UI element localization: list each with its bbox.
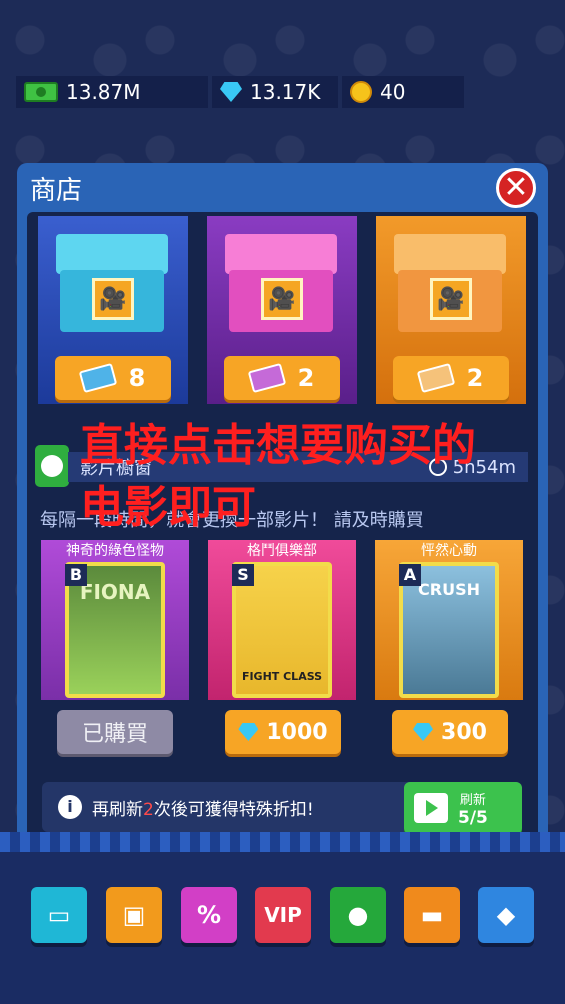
movie-title: 怦然心動 <box>421 543 477 559</box>
discount-tag-icon: % <box>196 901 222 929</box>
diamond-icon <box>238 723 259 741</box>
refresh-label: 刷新 <box>459 792 486 808</box>
gem-display[interactable]: 13.17K <box>212 76 338 108</box>
grade-badge: B <box>65 564 87 586</box>
buy-crush-button[interactable]: 300 <box>392 710 508 754</box>
diamond-icon <box>413 723 434 741</box>
manager-icon: ● <box>347 901 369 929</box>
shop-title: 商店 <box>30 176 83 206</box>
chest-icon: ▭ <box>47 901 71 929</box>
money-value: 13.87M <box>66 80 141 104</box>
ticket-icon <box>247 362 286 394</box>
movie-card-crush[interactable]: 怦然心動 A CRUSH <box>375 540 523 700</box>
movie-card-fiona[interactable]: 神奇的綠色怪物 B FIONA <box>41 540 189 700</box>
gem-value: 13.17K <box>250 80 321 104</box>
refresh-button[interactable]: 刷新 5/5 <box>404 782 522 834</box>
film-chest-icon: 🎥 <box>56 234 168 334</box>
nav-chest-button[interactable]: ▭ <box>31 887 87 943</box>
film-chest-icon: 🎥 <box>225 234 337 334</box>
coin-icon <box>350 81 372 103</box>
coin-display[interactable]: 40 <box>342 76 464 108</box>
movie-title: 格鬥俱樂部 <box>247 543 317 559</box>
purchased-button: 已購買 <box>57 710 173 754</box>
cash-icon: ▬ <box>420 901 444 929</box>
diamond-icon: ◆ <box>496 901 516 929</box>
grade-badge: A <box>399 564 421 586</box>
chest-pink-buy-button[interactable]: 2 <box>224 356 340 400</box>
chest-orange-buy-button[interactable]: 2 <box>393 356 509 400</box>
money-display[interactable]: 13.87M <box>16 76 208 108</box>
gift-icon: ▣ <box>122 901 146 929</box>
nav-manager-button[interactable]: ● <box>330 887 386 943</box>
refresh-count: 5/5 <box>458 807 488 828</box>
video-ad-icon <box>414 793 448 823</box>
instruction-overlay-line1: 直接点击想要购买的 <box>80 420 476 471</box>
close-button[interactable]: ✕ <box>496 168 536 208</box>
film-chest-icon: 🎥 <box>394 234 506 334</box>
diamond-icon <box>220 82 242 102</box>
nav-divider <box>0 832 565 852</box>
nav-vip-button[interactable]: VIP <box>255 887 311 943</box>
currency-bar: 13.87M 13.17K 40 <box>16 76 464 108</box>
nav-gift-button[interactable]: ▣ <box>106 887 162 943</box>
vip-icon: VIP <box>264 903 302 927</box>
refresh-info-text: 再刷新2次後可獲得特殊折扣! <box>92 799 314 820</box>
ticket-icon <box>416 362 455 394</box>
chest-blue-buy-button[interactable]: 8 <box>55 356 171 400</box>
movie-title: 神奇的綠色怪物 <box>66 543 164 559</box>
nav-diamond-button[interactable]: ◆ <box>478 887 534 943</box>
info-icon: i <box>58 795 82 819</box>
film-reel-icon <box>35 445 69 487</box>
cash-icon <box>24 82 58 102</box>
grade-badge: S <box>232 564 254 586</box>
instruction-overlay-line2: 电影即可 <box>80 482 256 533</box>
coin-value: 40 <box>380 80 406 104</box>
nav-cash-button[interactable]: ▬ <box>404 887 460 943</box>
nav-discount-button[interactable]: % <box>181 887 237 943</box>
movie-card-fight-class[interactable]: 格鬥俱樂部 S FIGHT CLASS <box>208 540 356 700</box>
buy-fight-class-button[interactable]: 1000 <box>225 710 341 754</box>
ticket-icon <box>78 362 117 394</box>
